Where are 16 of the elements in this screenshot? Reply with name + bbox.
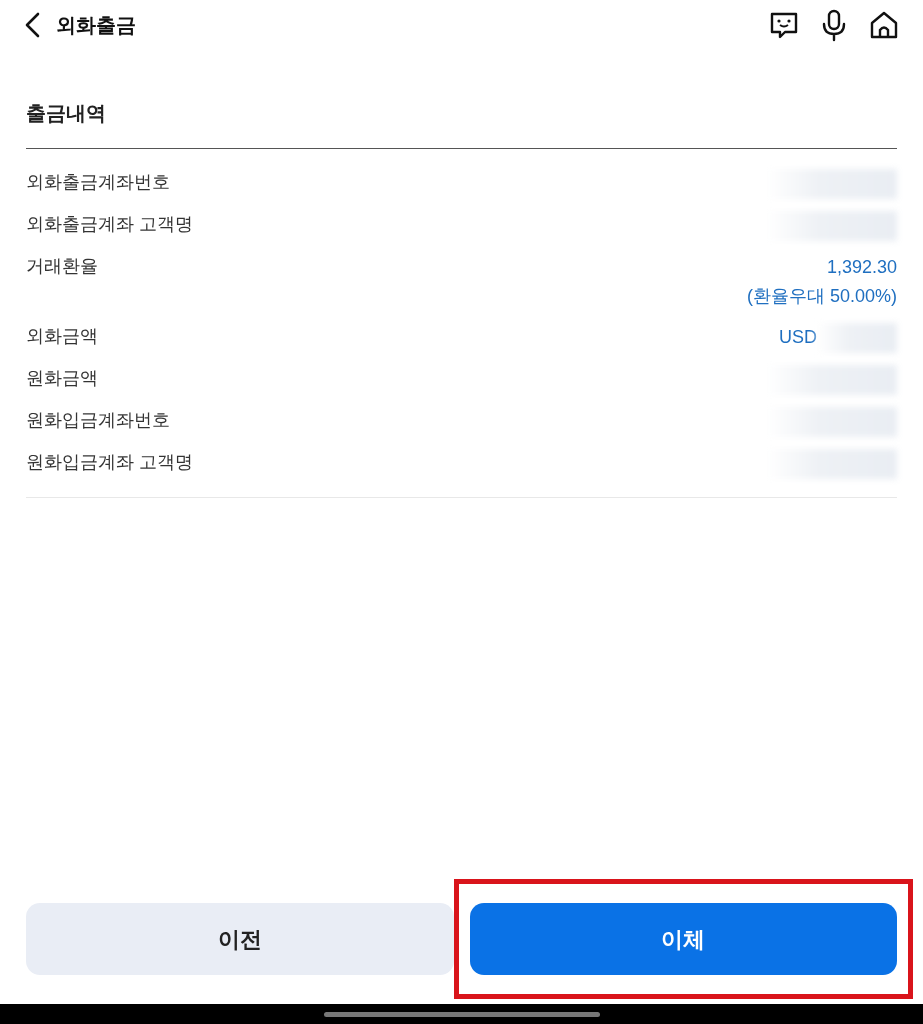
previous-button[interactable]: 이전 [26,903,454,975]
transfer-button[interactable]: 이체 [469,903,897,975]
field-value: (환율우대 50.00%) [746,284,897,308]
section-title: 출금내역 [26,50,897,149]
home-indicator[interactable] [323,1011,600,1017]
field-label: 원화입금계좌 고객명 [26,450,193,474]
field-label: 외화금액 [26,324,98,348]
page-title: 외화출금 [56,13,136,38]
back-icon[interactable] [24,12,40,38]
field-label: 외화출금계좌 고객명 [26,213,193,236]
field-value: USD [779,325,817,349]
field-label: 거래환율 [26,255,98,278]
field-label: 외화출금계좌번호 [26,171,170,194]
field-label: 원화금액 [26,366,98,390]
field-label: 원화입금계좌번호 [26,408,170,432]
field-value: 1,392.30 [825,256,897,279]
